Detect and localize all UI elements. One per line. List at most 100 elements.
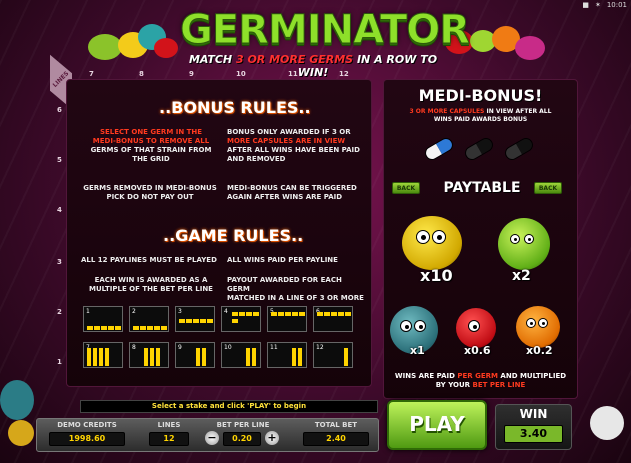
line-number: 12 bbox=[339, 70, 349, 78]
win-display: WIN 3.40 bbox=[495, 404, 572, 450]
payline-number: 8 bbox=[132, 344, 136, 351]
germ-decoration-icon bbox=[0, 380, 34, 420]
paytable-panel: MEDI-BONUS! 3 OR MORE CAPSULES IN VIEW A… bbox=[383, 79, 578, 399]
germ-decoration-icon bbox=[515, 36, 545, 60]
line-number: 6 bbox=[57, 106, 62, 114]
medi-bonus-text-part: IN VIEW AFTER ALL bbox=[484, 108, 552, 115]
line-number: 11 bbox=[288, 70, 298, 78]
green-germ-icon bbox=[498, 218, 550, 270]
payline-number: 12 bbox=[316, 344, 324, 351]
bonus-rule-4-line: MEDI-BONUS CAN BE TRIGGERED bbox=[227, 184, 357, 192]
signal-icon: ✶ bbox=[594, 1, 601, 9]
paid-text: WINS ARE PAID PER GERM AND MULTIPLIED BY… bbox=[392, 372, 569, 390]
payline-diagram: 2 bbox=[129, 306, 169, 332]
title-area: GERMINATOR bbox=[180, 7, 471, 58]
payline-diagram: 7 bbox=[83, 342, 123, 368]
game-rule-4-line: PAYOUT AWARDED FOR EACH GERM bbox=[227, 276, 342, 293]
game-title: GERMINATOR bbox=[180, 7, 471, 53]
payline-number: 1 bbox=[86, 308, 90, 315]
payline-diagram: 5 bbox=[267, 306, 307, 332]
game-rule-3-line: MULTIPLE OF THE BET PER LINE bbox=[89, 285, 213, 293]
line-number: 5 bbox=[57, 156, 62, 164]
game-rule-3-line: EACH WIN IS AWARDED AS A bbox=[94, 276, 208, 284]
game-rule-3: EACH WIN IS AWARDED AS A MULTIPLE OF THE… bbox=[81, 276, 221, 294]
clock: 10:01 bbox=[606, 1, 627, 9]
multiplier-x10: x10 bbox=[420, 266, 453, 285]
paid-text-line: WINS ARE PAID PER GERM AND MULTIPLIED bbox=[392, 372, 569, 381]
bonus-rule-2-line: AND REMOVED bbox=[227, 155, 286, 163]
lines-label: LINES bbox=[157, 421, 181, 429]
play-button[interactable]: PLAY bbox=[387, 400, 487, 450]
message-bar: Select a stake and click 'PLAY' to begin bbox=[80, 400, 378, 413]
total-bet-label: TOTAL BET bbox=[314, 421, 358, 429]
orange-germ-icon bbox=[516, 306, 560, 348]
payline-diagram: 9 bbox=[175, 342, 215, 368]
paid-text-highlight: PER GERM bbox=[457, 372, 498, 380]
total-bet-value: 2.40 bbox=[303, 432, 369, 446]
payline-diagram: 4 bbox=[221, 306, 261, 332]
germ-decoration-icon bbox=[88, 34, 122, 60]
bet-per-line-label: BET PER LINE bbox=[216, 421, 270, 429]
bonus-rule-1-line: SELECT ONE GERM IN THE bbox=[99, 128, 203, 136]
win-value: 3.40 bbox=[504, 425, 563, 443]
bonus-rule-1-highlight: MEDI-BONUS TO REMOVE ALL bbox=[92, 137, 210, 145]
game-rule-4: PAYOUT AWARDED FOR EACH GERM MATCHED IN … bbox=[227, 276, 367, 303]
line-number: 10 bbox=[236, 70, 246, 78]
bet-plus-button[interactable]: + bbox=[265, 431, 279, 445]
germ-decoration-icon bbox=[590, 406, 624, 440]
payline-diagram: 1 bbox=[83, 306, 123, 332]
multiplier-x0-2: x0.2 bbox=[526, 344, 553, 357]
lines-value: 12 bbox=[149, 432, 189, 446]
bonus-rule-1-line: THE GRID bbox=[132, 155, 170, 163]
payline-diagram: 3 bbox=[175, 306, 215, 332]
bonus-rule-3: GERMS REMOVED IN MEDI-BONUS PICK DO NOT … bbox=[77, 184, 223, 202]
payline-diagram: 11 bbox=[267, 342, 307, 368]
bet-console: DEMO CREDITS 1998.60 LINES 12 BET PER LI… bbox=[36, 418, 379, 452]
multiplier-x2: x2 bbox=[512, 268, 531, 284]
bonus-rule-3-line: GERMS REMOVED IN MEDI-BONUS bbox=[83, 184, 217, 192]
paid-text-part: WINS ARE PAID bbox=[394, 372, 458, 380]
line-number: 7 bbox=[89, 70, 94, 78]
bonus-rule-4: MEDI-BONUS CAN BE TRIGGERED AGAIN AFTER … bbox=[227, 184, 367, 202]
red-germ-icon bbox=[456, 308, 496, 348]
bonus-rule-1-line: GERMS OF THAT STRAIN FROM bbox=[90, 146, 212, 154]
payline-diagram: 6 bbox=[313, 306, 353, 332]
line-number: 1 bbox=[57, 358, 62, 366]
paid-text-highlight: BET PER LINE bbox=[472, 381, 526, 389]
payline-number: 4 bbox=[224, 308, 228, 315]
medi-bonus-text-line: 3 OR MORE CAPSULES IN VIEW AFTER ALL bbox=[394, 108, 567, 116]
win-label: WIN bbox=[519, 407, 548, 421]
bet-minus-button[interactable]: − bbox=[205, 431, 219, 445]
payline-number: 2 bbox=[132, 308, 136, 315]
status-bar: ■ ✶ 10:01 bbox=[578, 0, 631, 10]
line-number: 3 bbox=[57, 258, 62, 266]
germ-decoration-icon bbox=[8, 420, 34, 446]
game-rule-4-line: MATCHED IN A LINE OF 3 OR MORE bbox=[227, 294, 364, 302]
line-number: 2 bbox=[57, 308, 62, 316]
medi-bonus-title: MEDI-BONUS! bbox=[418, 86, 543, 105]
battery-icon: ■ bbox=[582, 1, 589, 9]
germ-decoration-icon bbox=[154, 38, 178, 58]
medi-bonus-highlight: 3 OR MORE CAPSULES bbox=[409, 108, 485, 115]
line-number: 9 bbox=[189, 70, 194, 78]
bonus-rule-2-line: BONUS ONLY AWARDED IF 3 OR bbox=[227, 128, 351, 136]
back-button-left[interactable]: BACK bbox=[392, 182, 420, 194]
bonus-rule-1-line: MEDI-BONUS TO REMOVE ALL bbox=[81, 137, 221, 146]
payline-diagram: 8 bbox=[129, 342, 169, 368]
bet-per-line-value: 0.20 bbox=[223, 432, 261, 446]
paid-text-line: BY YOUR BET PER LINE bbox=[392, 381, 569, 390]
paid-text-part: AND MULTIPLIED bbox=[497, 372, 567, 380]
bonus-rule-2-line: AFTER ALL WINS HAVE BEEN PAID bbox=[227, 146, 360, 154]
payline-number: 9 bbox=[178, 344, 182, 351]
back-button-right[interactable]: BACK bbox=[534, 182, 562, 194]
subtitle-highlight: 3 OR MORE GERMS bbox=[235, 53, 354, 66]
medi-bonus-text: 3 OR MORE CAPSULES IN VIEW AFTER ALL WIN… bbox=[394, 108, 567, 124]
medi-bonus-text-line: WINS PAID AWARDS BONUS bbox=[433, 116, 528, 123]
payline-number: 10 bbox=[224, 344, 232, 351]
bonus-rule-2: BONUS ONLY AWARDED IF 3 OR MORE CAPSULES… bbox=[227, 128, 367, 164]
bonus-rule-2-line: MORE CAPSULES ARE IN VIEW bbox=[227, 137, 346, 145]
multiplier-x0-6: x0.6 bbox=[464, 344, 491, 357]
yellow-germ-icon bbox=[402, 216, 462, 270]
payline-number: 3 bbox=[178, 308, 182, 315]
paid-text-part: BY YOUR bbox=[435, 381, 473, 389]
